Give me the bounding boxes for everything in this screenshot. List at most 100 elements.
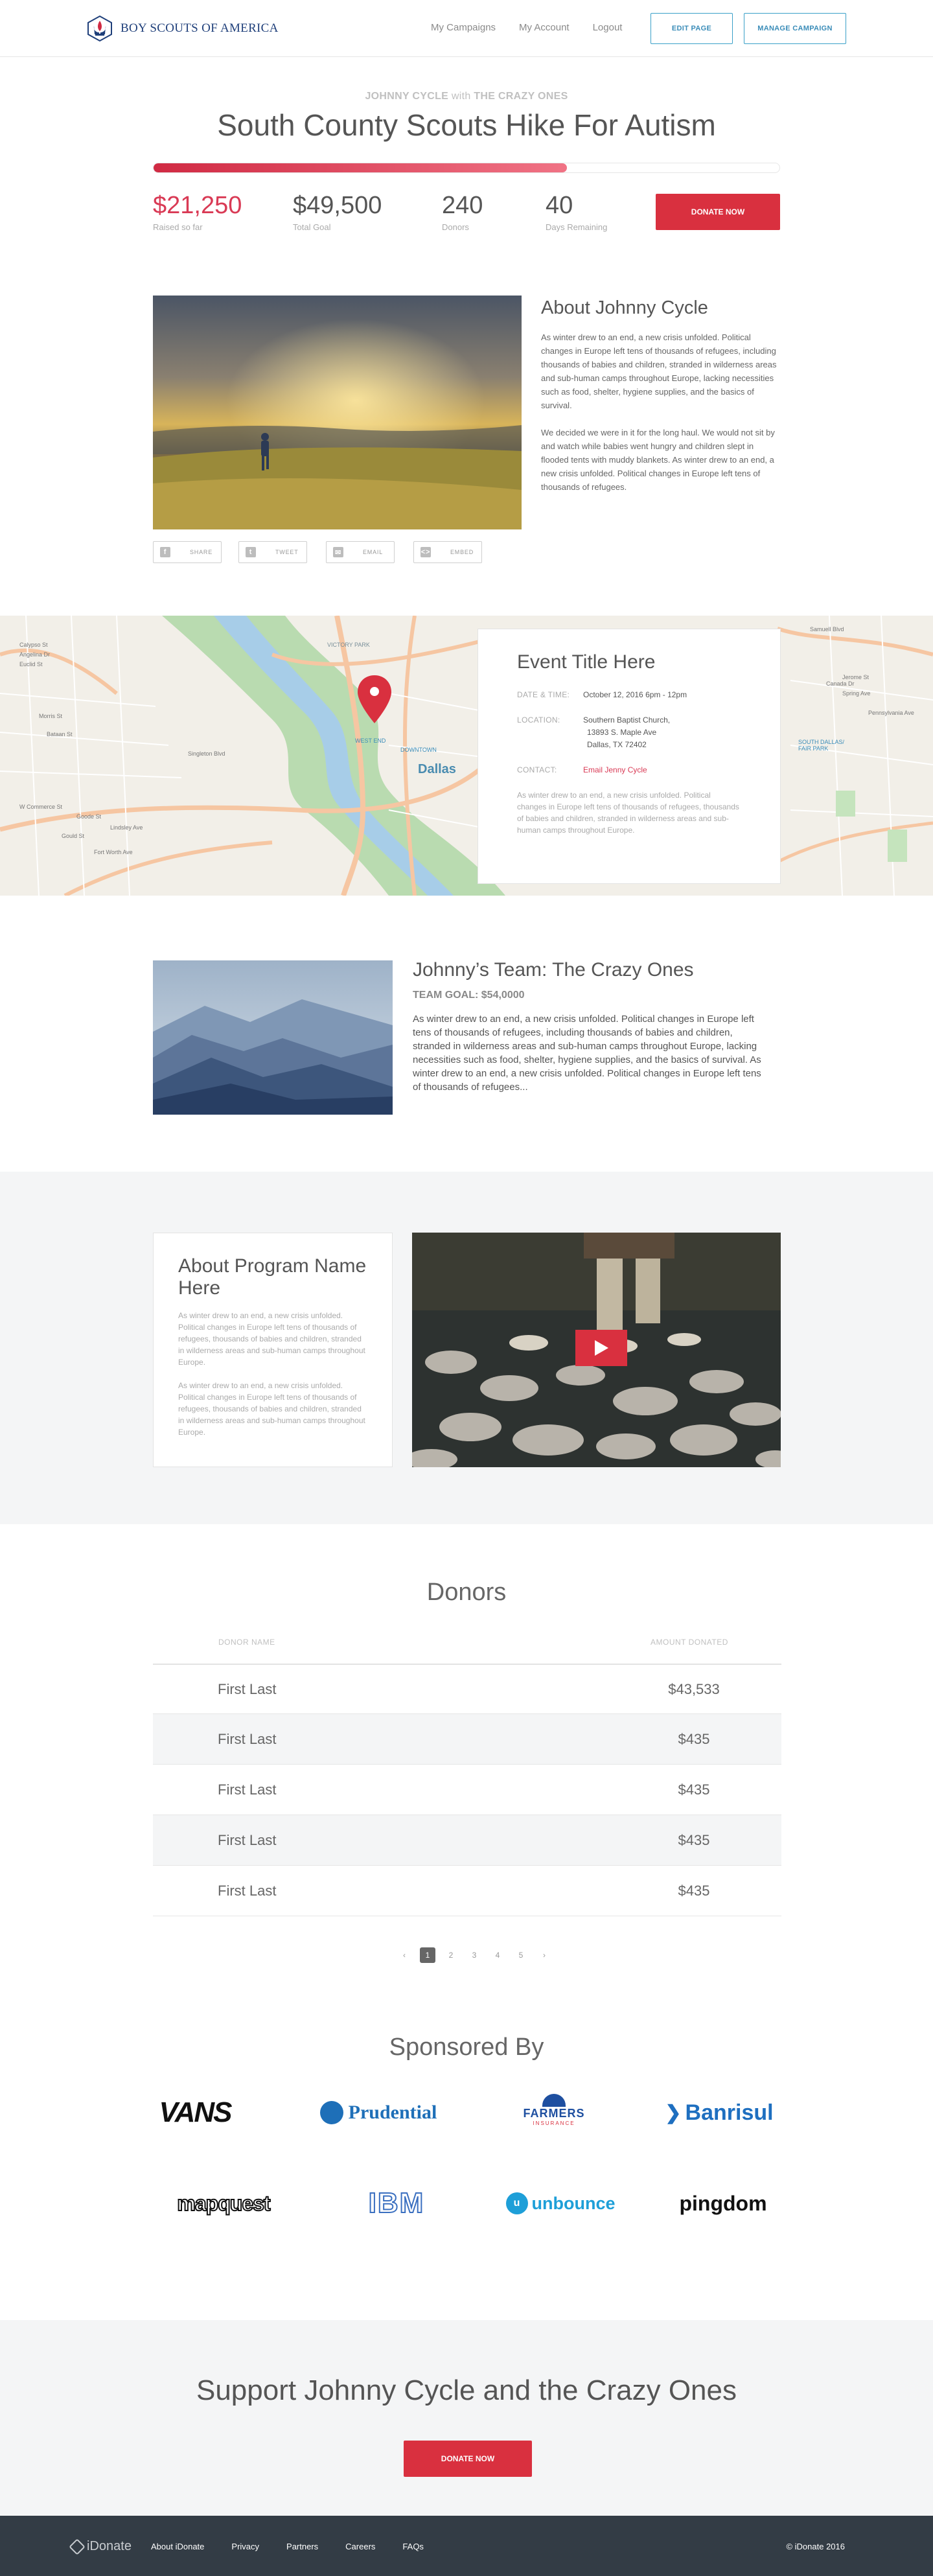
support-donate-button[interactable]: DONATE NOW [404,2441,532,2477]
event-date-label: DATE & TIME: [517,690,570,699]
copyright: © iDonate 2016 [786,2542,845,2551]
nav-my-campaigns[interactable]: My Campaigns [431,22,496,33]
next-page-button[interactable]: › [536,1947,552,1963]
unbounce-mark-icon: u [505,2192,528,2214]
embed-icon: <> [420,547,431,557]
map-label: SOUTH DALLAS/ FAIR PARK [798,739,845,752]
site-header: BOY SCOUTS OF AMERICA My Campaigns My Ac… [0,0,933,57]
page-3-button[interactable]: 3 [466,1947,482,1963]
donors-table: First Last $43,533 First Last $435 First… [153,1664,781,1916]
program-card: About Program Name Here As winter drew t… [153,1233,393,1467]
stat-value: $49,500 [293,192,382,219]
play-button[interactable] [575,1330,627,1366]
donors-title: Donors [426,1579,507,1606]
donor-name: First Last [218,1882,277,1899]
unbounce-logo[interactable]: u unbounce [505,2184,616,2223]
map-label: Lindsley Ave [110,824,143,831]
pingdom-logo[interactable]: pingdom [671,2184,775,2223]
stat-goal: $49,500 Total Goal [293,192,382,232]
share-twitter-button[interactable]: t TWEET [238,541,307,563]
idonate-logo[interactable]: iDonate [69,2538,132,2555]
program-video[interactable] [412,1233,781,1467]
vans-logo[interactable]: VANS [153,2093,237,2132]
stat-donors: 240 Donors [442,192,483,232]
donor-name: First Last [218,1730,277,1747]
stat-label: Total Goal [293,222,331,232]
share-embed-button[interactable]: <> EMBED [413,541,482,563]
mountains-image [153,960,393,1115]
team-description: As winter drew to an end, a new crisis u… [413,1014,761,1093]
farmers-shield-icon [542,2094,566,2107]
stat-raised: $21,250 Raised so far [153,192,242,232]
donor-name: First Last [218,1831,277,1848]
with-word: with [451,91,471,102]
map-label: W Commerce St [19,804,63,810]
unbounce-wordmark: unbounce [531,2193,616,2213]
sponsors-title: Sponsored By [389,2034,544,2061]
farmers-logo[interactable]: FARMERS INSURANCE [512,2091,596,2129]
event-map[interactable]: VICTORY PARK WEST END DOWNTOWN Dallas SO… [0,616,933,896]
map-label: Gould St [62,833,85,839]
donate-now-button[interactable]: DONATE NOW [656,194,780,230]
edit-page-button[interactable]: EDIT PAGE [651,13,733,44]
banrisul-logo[interactable]: ❯ Banrisul [651,2093,787,2132]
address-line: Dallas, TX 72402 [587,740,647,749]
fundraiser-name: JOHNNY CYCLE [365,91,449,102]
map-label: Calypso St [19,642,48,648]
stat-value: $21,250 [153,192,242,219]
program-title: About Program Name Here [178,1255,367,1299]
footer-link-privacy[interactable]: Privacy [231,2542,259,2551]
donor-name: First Last [218,1781,277,1798]
play-icon [595,1340,608,1356]
banrisul-mark-icon: ❯ [665,2102,682,2124]
map-label: Spring Ave [842,690,871,697]
support-title: Support Johnny Cycle and the Crazy Ones [196,2374,737,2406]
progress-fill [154,163,567,172]
prudential-wordmark: Prudential [348,2102,437,2123]
donor-amount: $435 [678,1882,710,1899]
manage-campaign-button[interactable]: MANAGE CAMPAIGN [744,13,846,44]
footer-link-about[interactable]: About iDonate [151,2542,204,2551]
footer-link-careers[interactable]: Careers [345,2542,375,2551]
map-label: Euclid St [19,661,43,667]
table-row: First Last $43,533 [153,1664,781,1714]
idonate-tag-icon [69,2538,86,2555]
map-label: Canada Dr [826,680,855,687]
donor-name-header: DONOR NAME [218,1638,275,1647]
share-label: EMAIL [363,549,384,555]
event-description: As winter drew to an end, a new crisis u… [517,791,739,835]
bsa-logo[interactable]: BOY SCOUTS OF AMERICA [86,14,279,43]
hiker-landscape-image [153,296,522,529]
campaign-title: South County Scouts Hike For Autism [217,108,716,142]
footer-nav: About iDonate Privacy Partners Careers F… [151,2542,451,2551]
share-email-button[interactable]: ✉ EMAIL [326,541,395,563]
map-label: Fort Worth Ave [94,849,133,855]
map-label: Bataan St [47,731,73,737]
page-2-button[interactable]: 2 [443,1947,459,1963]
page-1-button[interactable]: 1 [420,1947,435,1963]
nav-logout[interactable]: Logout [593,22,623,33]
fleur-de-lis-icon [87,15,112,42]
map-label: Goode St [76,813,102,820]
stat-value: 240 [442,192,483,219]
progress-bar [153,163,780,173]
nav-my-account[interactable]: My Account [519,22,570,33]
ibm-logo[interactable]: IBM [358,2184,435,2223]
table-row: First Last $435 [153,1765,781,1815]
about-paragraph: As winter drew to an end, a new crisis u… [541,332,777,410]
footer-link-faqs[interactable]: FAQs [402,2542,424,2551]
campaign-subtitle: JOHNNY CYCLE with THE CRAZY ONES [0,91,933,102]
prudential-logo[interactable]: Prudential [314,2093,443,2132]
event-title: Event Title Here [517,651,656,673]
share-facebook-button[interactable]: f SHARE [153,541,222,563]
mapquest-logo[interactable]: mapquest [159,2184,288,2223]
event-date: October 12, 2016 6pm - 12pm [583,690,687,699]
email-contact-link[interactable]: Email Jenny Cycle [583,764,647,776]
team-name: THE CRAZY ONES [474,91,568,102]
prev-page-button[interactable]: ‹ [397,1947,412,1963]
page-5-button[interactable]: 5 [513,1947,529,1963]
footer-link-partners[interactable]: Partners [286,2542,318,2551]
page-4-button[interactable]: 4 [490,1947,505,1963]
table-row: First Last $435 [153,1714,781,1765]
about-paragraph: We decided we were in it for the long ha… [541,428,775,492]
